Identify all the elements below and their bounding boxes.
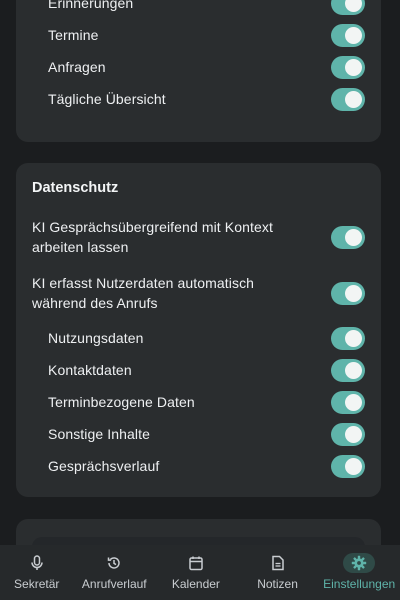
other-content-toggle[interactable]: [331, 422, 365, 446]
setting-label: Tägliche Übersicht: [48, 90, 166, 107]
setting-row-other-content: Sonstige Inhalte: [48, 421, 365, 447]
notifications-card: Erinnerungen Termine Anfragen Tägliche Ü…: [16, 0, 381, 142]
auto-capture-toggle[interactable]: [331, 281, 365, 305]
setting-label: Gesprächsverlauf: [48, 457, 160, 474]
contact-data-toggle[interactable]: [331, 358, 365, 382]
nav-label: Anrufverlauf: [81, 577, 147, 591]
nav-item-notes[interactable]: Notizen: [237, 545, 319, 600]
nav-item-settings[interactable]: Einstellungen: [318, 545, 400, 600]
nav-item-secretary[interactable]: Sekretär: [0, 545, 73, 600]
setting-row-appointments: Termine: [48, 22, 365, 48]
nav-item-calendar[interactable]: Kalender: [155, 545, 237, 600]
setting-label: Anfragen: [48, 58, 106, 75]
nav-label: Notizen: [257, 577, 298, 591]
requests-toggle[interactable]: [331, 55, 365, 79]
setting-row-reminders: Erinnerungen: [48, 0, 365, 16]
calendar-icon: [180, 553, 212, 573]
setting-row-auto-capture: KI erfasst Nutzerdaten automatisch währe…: [32, 273, 365, 313]
setting-label: Termine: [48, 26, 99, 43]
setting-row-appointment-data: Terminbezogene Daten: [48, 389, 365, 415]
context-toggle[interactable]: [331, 225, 365, 249]
section-title: Datenschutz: [32, 180, 119, 196]
privacy-card: Datenschutz KI Gesprächsübergreifend mit…: [16, 163, 381, 497]
usage-data-toggle[interactable]: [331, 326, 365, 350]
setting-label: KI Gesprächsübergreifend mit Kontext arb…: [32, 219, 273, 255]
setting-row-contact-data: Kontaktdaten: [48, 357, 365, 383]
setting-row-daily-summary: Tägliche Übersicht: [48, 86, 365, 112]
setting-row-context: KI Gesprächsübergreifend mit Kontext arb…: [32, 217, 365, 257]
setting-label: Sonstige Inhalte: [48, 425, 151, 442]
conversation-history-toggle[interactable]: [331, 454, 365, 478]
nav-label: Kalender: [171, 577, 220, 591]
daily-summary-toggle[interactable]: [331, 87, 365, 111]
setting-row-requests: Anfragen: [48, 54, 365, 80]
setting-row-conversation-history: Gesprächsverlauf: [48, 453, 365, 479]
nav-item-call-history[interactable]: Anrufverlauf: [73, 545, 155, 600]
bottom-navigation: Sekretär Anrufverlauf Kalender Notizen E…: [0, 545, 400, 600]
setting-label: Erinnerungen: [48, 0, 134, 11]
setting-label: KI erfasst Nutzerdaten automatisch währe…: [32, 275, 255, 311]
setting-label: Terminbezogene Daten: [48, 393, 195, 410]
setting-label: Kontaktdaten: [48, 361, 132, 378]
gear-icon: [343, 553, 376, 573]
microphone-icon: [21, 553, 53, 573]
nav-label: Sekretär: [14, 577, 60, 591]
reminders-toggle[interactable]: [331, 0, 365, 15]
nav-label: Einstellungen: [323, 577, 396, 591]
appointments-toggle[interactable]: [331, 23, 365, 47]
appointment-data-toggle[interactable]: [331, 390, 365, 414]
history-icon: [98, 553, 130, 573]
notes-icon: [262, 553, 294, 573]
setting-row-usage-data: Nutzungsdaten: [48, 325, 365, 351]
setting-label: Nutzungsdaten: [48, 329, 144, 346]
